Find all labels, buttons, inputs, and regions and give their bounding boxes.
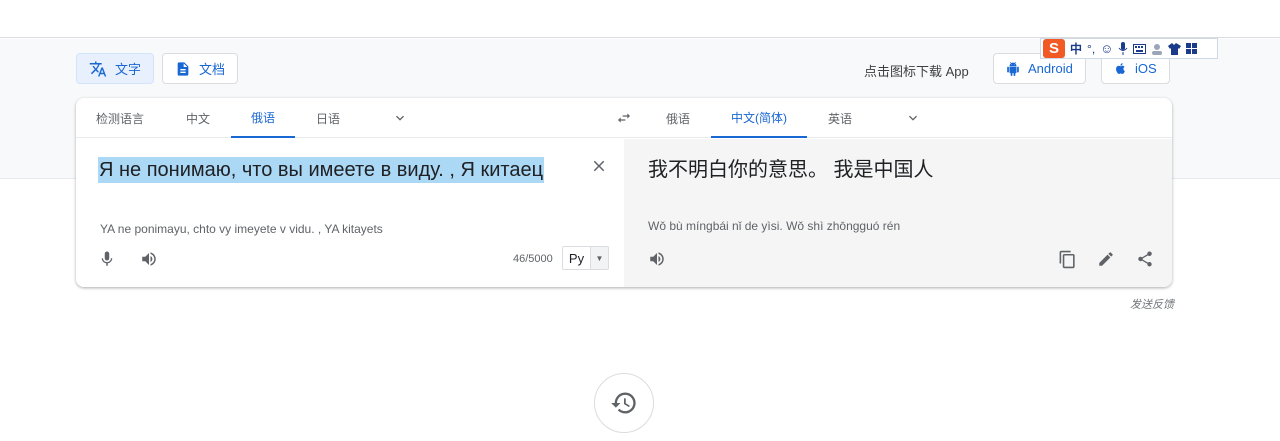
- android-label: Android: [1028, 61, 1073, 76]
- tab-source-chinese[interactable]: 中文: [164, 98, 232, 138]
- tab-source-russian[interactable]: 俄语: [231, 98, 295, 138]
- skin-shirt-icon[interactable]: [1168, 42, 1182, 55]
- translation-card: 检测语言 中文 俄语 日语 俄语 中文(简体) 英语 Я не понимаю,…: [76, 98, 1172, 287]
- source-more-chevron-icon[interactable]: [392, 110, 408, 126]
- input-tools-dropdown-icon[interactable]: ▼: [591, 254, 608, 263]
- tab-target-chinese-simplified[interactable]: 中文(简体): [711, 98, 807, 138]
- top-bar: [0, 0, 1280, 38]
- android-icon: [1007, 61, 1019, 76]
- edit-pencil-icon[interactable]: [1097, 250, 1115, 268]
- text-mode-label: 文字: [115, 62, 142, 77]
- target-panel: 我不明白你的意思。 我是中国人 Wǒ bù míngbái nǐ de yìsi…: [624, 139, 1172, 287]
- target-more-chevron-icon[interactable]: [905, 110, 921, 126]
- target-speaker-icon[interactable]: [648, 250, 666, 268]
- docs-mode-label: 文档: [199, 62, 226, 77]
- send-feedback-link[interactable]: 发送反馈: [1130, 296, 1174, 312]
- ios-label: iOS: [1135, 61, 1157, 76]
- target-transliteration: Wǒ bù míngbái nǐ de yìsi. Wǒ shì zhōnggu…: [648, 219, 901, 233]
- tab-target-russian[interactable]: 俄语: [649, 98, 707, 138]
- tab-target-english[interactable]: 英语: [811, 98, 869, 138]
- input-tools-button[interactable]: Ру ▼: [562, 246, 609, 270]
- keyboard-icon[interactable]: [1133, 43, 1147, 54]
- history-icon: [611, 392, 636, 414]
- history-button[interactable]: [594, 373, 654, 433]
- share-icon[interactable]: [1136, 250, 1154, 268]
- copy-icon[interactable]: [1058, 250, 1077, 269]
- microphone-icon[interactable]: [98, 250, 116, 268]
- sogou-logo-icon[interactable]: S: [1043, 39, 1065, 58]
- source-panel[interactable]: Я не понимаю, что вы имеете в виду. , Я …: [76, 139, 624, 287]
- ime-punct-toggle[interactable]: °,: [1087, 42, 1095, 56]
- tab-source-japanese[interactable]: 日语: [295, 98, 361, 138]
- translate-icon: [89, 61, 107, 76]
- ime-toolbar[interactable]: S 中 °, ☺: [1040, 38, 1218, 59]
- character-count: 46/5000: [513, 253, 553, 265]
- clear-source-icon[interactable]: [590, 157, 608, 175]
- source-textarea[interactable]: Я не понимаю, что вы имеете в виду. , Я …: [98, 157, 545, 183]
- text-mode-button[interactable]: 文字: [76, 53, 155, 84]
- docs-mode-button[interactable]: 文档: [162, 53, 239, 84]
- keyboard-layout-label[interactable]: Ру: [563, 247, 591, 269]
- user-icon[interactable]: [1151, 43, 1163, 55]
- tab-detect-language[interactable]: 检测语言: [76, 98, 164, 138]
- emoji-icon[interactable]: ☺: [1100, 41, 1113, 56]
- language-bar: 检测语言 中文 俄语 日语 俄语 中文(简体) 英语: [76, 98, 1172, 138]
- swap-languages-icon[interactable]: [615, 110, 633, 126]
- source-transliteration: YA ne ponimayu, chto vy imeyete v vidu. …: [100, 222, 383, 236]
- source-speaker-icon[interactable]: [140, 250, 158, 268]
- translation-output: 我不明白你的意思。 我是中国人: [648, 159, 934, 181]
- document-icon: [177, 61, 189, 76]
- ime-mode-toggle[interactable]: 中: [1070, 40, 1082, 57]
- toolbox-grid-icon[interactable]: [1186, 43, 1198, 54]
- apple-icon: [1116, 63, 1125, 74]
- microphone-icon[interactable]: [1118, 42, 1128, 55]
- app-download-text: 点击图标下载 App: [864, 64, 969, 79]
